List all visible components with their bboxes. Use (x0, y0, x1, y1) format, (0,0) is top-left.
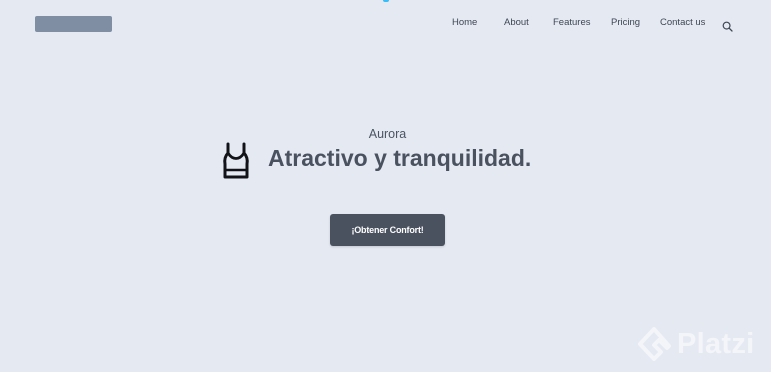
top-accent-mark (383, 0, 389, 2)
nav-item-about[interactable]: About (504, 17, 529, 28)
obtener-confort-button[interactable]: ¡Obtener Confort! (330, 214, 445, 246)
hero-kicker: Aurora (368, 127, 407, 141)
nav-item-contact-us[interactable]: Contact us (660, 17, 705, 28)
site-logo[interactable] (35, 16, 112, 32)
search-icon[interactable] (722, 19, 733, 32)
nav-item-home[interactable]: Home (452, 17, 477, 28)
hero-title: Atractivo y tranquilidad. (268, 145, 532, 171)
landing-page: Home About Features Pricing Contact us A… (0, 0, 771, 372)
nav-item-pricing[interactable]: Pricing (611, 17, 640, 28)
tank-top-icon (221, 142, 251, 180)
platzi-logo-icon (636, 327, 672, 363)
nav-item-features[interactable]: Features (553, 17, 591, 28)
platzi-watermark: Platzi (636, 326, 771, 366)
platzi-watermark-text: Platzi (677, 328, 755, 360)
